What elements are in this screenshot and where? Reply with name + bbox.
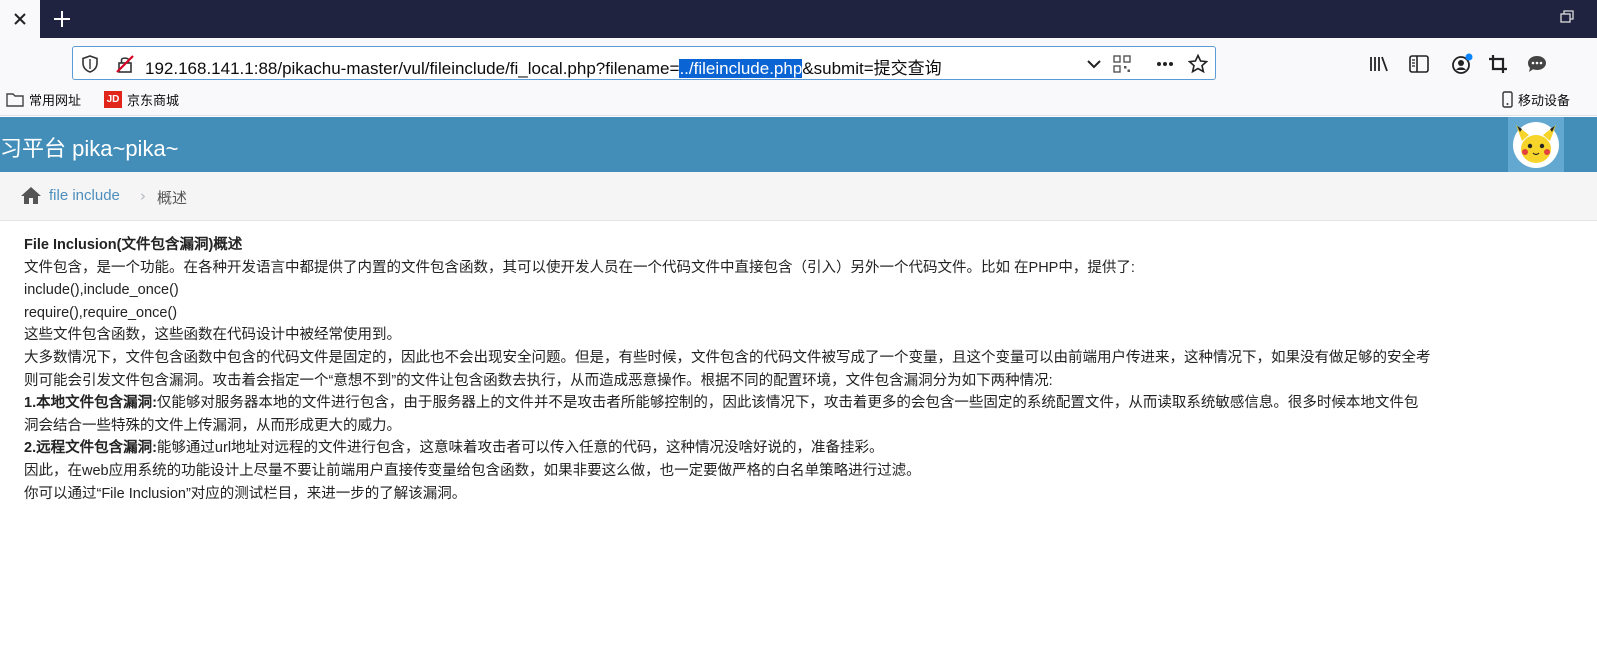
paragraph: 这些文件包含函数，这些函数在代码设计中被经常使用到。 <box>24 327 401 344</box>
folder-icon <box>6 93 24 107</box>
tab-close-button[interactable] <box>0 0 40 38</box>
remote-inclusion-text: 能够通过url地址对远程的文件进行包含，这意味着攻击者可以传入任意的代码，这种情… <box>156 440 884 457</box>
jd-logo-icon: JD <box>104 91 122 108</box>
avatar[interactable] <box>1508 117 1564 172</box>
chat-bubble-icon[interactable] <box>1526 53 1548 75</box>
breadcrumb <box>0 172 1597 221</box>
bookmark-label: 移动设备 <box>1518 93 1571 108</box>
close-icon <box>14 13 26 25</box>
bookmark-label: 京东商城 <box>127 93 180 108</box>
local-inclusion-text: 仅能够对服务器本地的文件进行包含，由于服务器上的文件并不是攻击者所能够控制的，因… <box>156 395 1419 412</box>
paragraph: 因此，在web应用系统的功能设计上尽量不要让前端用户直接传变量给包含函数，如果非… <box>24 462 921 479</box>
bookmark-jd[interactable]: JD 京东商城 <box>104 90 179 109</box>
local-inclusion-label: 1.本地文件包含漏洞: <box>24 395 157 412</box>
main-content: File Inclusion(文件包含漏洞)概述 文件包含，是一个功能。在各种开… <box>24 234 1597 505</box>
site-header <box>0 117 1597 172</box>
paragraph-local-inclusion: 1.本地文件包含漏洞:仅能够对服务器本地的文件进行包含，由于服务器上的文件并不是… <box>24 392 1597 415</box>
account-icon[interactable] <box>1450 53 1474 75</box>
more-actions-icon[interactable] <box>1154 54 1176 74</box>
mobile-bookmarks[interactable]: 移动设备 <box>1502 90 1570 109</box>
bookmark-label: 常用网址 <box>29 93 82 108</box>
paragraph: include(),include_once() <box>24 282 179 299</box>
paragraph: require(),require_once() <box>24 304 178 321</box>
tab-strip <box>0 0 1597 38</box>
screenshot-crop-icon[interactable] <box>1487 53 1509 75</box>
site-title[interactable]: 习平台 pika~pika~ <box>0 131 179 163</box>
plus-icon <box>54 11 70 27</box>
breadcrumb-link[interactable]: file include <box>49 187 120 204</box>
paragraph: 你可以通过“File Inclusion”对应的测试栏目，来进一步的了解该漏洞。 <box>24 485 467 502</box>
paragraph-remote-inclusion: 2.远程文件包含漏洞:能够通过url地址对远程的文件进行包含，这意味着攻击者可以… <box>24 437 1597 460</box>
paragraph: 则可能会引发文件包含漏洞。攻击着会指定一个“意想不到”的文件让包含函数去执行，从… <box>24 372 1053 389</box>
url-text[interactable]: 192.168.141.1:88/pikachu-master/vul/file… <box>145 54 942 79</box>
paragraph: 大多数情况下，文件包含函数中包含的代码文件是固定的，因此也不会出现安全问题。但是… <box>24 349 1431 366</box>
breadcrumb-separator: › <box>140 187 146 205</box>
restore-icon <box>1560 10 1574 23</box>
url-selected: ../fileinclude.php <box>679 59 803 78</box>
breadcrumb-current: 概述 <box>157 190 188 207</box>
qr-code-icon[interactable] <box>1112 54 1132 74</box>
mobile-device-icon <box>1502 91 1513 108</box>
paragraph: 文件包含，是一个功能。在各种开发语言中都提供了内置的文件包含函数，其可以使开发人… <box>24 259 1135 276</box>
pikachu-avatar-icon <box>1513 121 1559 168</box>
remote-inclusion-label: 2.远程文件包含漏洞: <box>24 440 157 457</box>
url-suffix: &submit=提交查询 <box>802 59 942 78</box>
dropdown-chevron-icon[interactable] <box>1084 54 1104 74</box>
library-icon[interactable] <box>1368 53 1390 75</box>
home-icon[interactable] <box>20 185 42 205</box>
window-restore-button[interactable] <box>1557 8 1597 28</box>
bookmarks-bar <box>0 88 1597 116</box>
bookmark-folder[interactable]: 常用网址 <box>6 90 81 109</box>
shield-icon[interactable] <box>80 54 100 74</box>
paragraph: 洞会结合一些特殊的文件上传漏洞，从而形成更大的威力。 <box>24 417 401 434</box>
sidebar-icon[interactable] <box>1408 53 1430 75</box>
url-prefix: 192.168.141.1:88/pikachu-master/vul/file… <box>145 59 680 78</box>
bookmark-star-icon[interactable] <box>1187 53 1209 75</box>
content-heading: File Inclusion(文件包含漏洞)概述 <box>24 237 243 253</box>
new-tab-button[interactable] <box>44 0 80 38</box>
insecure-lock-icon[interactable] <box>114 54 136 74</box>
